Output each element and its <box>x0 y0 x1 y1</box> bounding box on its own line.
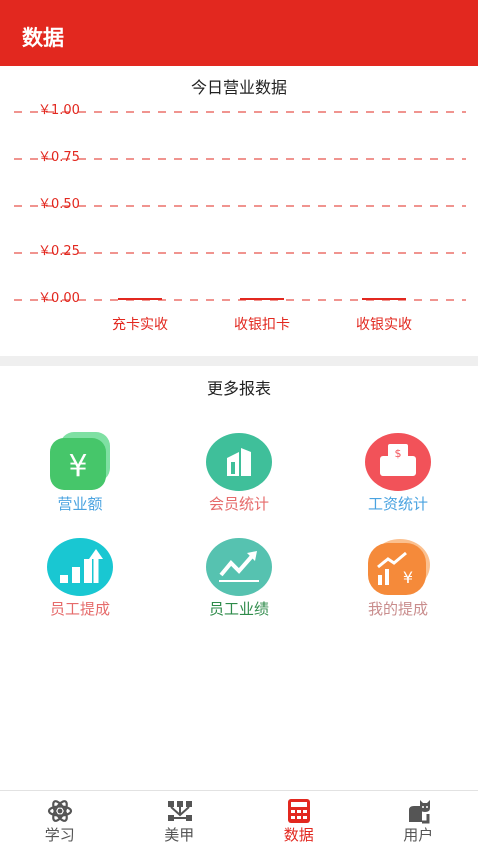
report-staff-performance[interactable]: 员工业绩 <box>169 537 309 633</box>
report-member-stats[interactable]: 会员统计 <box>169 432 309 528</box>
svg-text:¥: ¥ <box>68 449 87 484</box>
y-tick-label: ￥1.00 <box>38 103 80 118</box>
nav-item-nails[interactable]: 美甲 <box>120 791 240 850</box>
section-divider <box>0 356 478 366</box>
nav-item-study[interactable]: 学习 <box>0 791 120 850</box>
report-my-commission[interactable]: ¥ 我的提成 <box>328 537 468 633</box>
y-tick-label: ￥0.00 <box>38 291 80 306</box>
svg-text:¥: ¥ <box>403 568 413 587</box>
wallet-icon: $ <box>365 433 431 491</box>
nail-nodes-icon <box>167 801 192 821</box>
page-title: 数据 <box>22 26 64 50</box>
nav-item-data[interactable]: 数据 <box>239 791 359 850</box>
report-label: 工资统计 <box>367 495 428 513</box>
report-revenue[interactable]: ¥ 营业额 <box>10 432 150 528</box>
app-header: 数据 <box>0 0 478 66</box>
nav-label: 学习 <box>44 826 75 844</box>
x-category-label: 充卡实收 <box>112 317 168 333</box>
y-tick-label: ￥0.50 <box>38 197 80 212</box>
report-label: 我的提成 <box>367 600 428 618</box>
report-label: 营业额 <box>57 495 103 513</box>
today-business-chart: 今日营业数据 ￥1.00 ￥0.75 ￥0.50 ￥0.25 ￥0.00 充卡实收 收银扣卡… <box>0 66 478 356</box>
cat-user-icon <box>408 800 430 824</box>
more-reports-title: 更多报表 <box>206 379 271 398</box>
report-salary-stats[interactable]: $ 工资统计 <box>328 432 468 528</box>
bar <box>362 298 406 300</box>
svg-text:$: $ <box>395 447 402 460</box>
nav-label: 美甲 <box>164 826 195 844</box>
y-tick-label: ￥0.25 <box>38 244 80 259</box>
calculator-icon <box>288 799 310 823</box>
report-staff-commission[interactable]: 员工提成 <box>10 537 150 633</box>
report-label: 会员统计 <box>208 495 269 513</box>
y-tick-label: ￥0.75 <box>38 150 80 165</box>
trend-chart-icon <box>206 538 272 596</box>
nav-label: 数据 <box>283 826 314 844</box>
yen-cards-icon: ¥ <box>50 432 110 490</box>
bar-chart: ￥1.00 ￥0.75 ￥0.50 ￥0.25 ￥0.00 充卡实收 收银扣卡 收银实收 <box>14 103 466 333</box>
bar <box>240 298 284 300</box>
report-label: 员工业绩 <box>208 600 269 618</box>
nav-label: 用户 <box>403 826 434 844</box>
x-category-label: 收银扣卡 <box>234 317 290 333</box>
x-category-label: 收银实收 <box>356 317 412 333</box>
bottom-nav: 学习 美甲 数据 用户 <box>0 790 478 850</box>
building-icon <box>206 433 272 491</box>
nav-item-user[interactable]: 用户 <box>359 791 478 850</box>
report-label: 员工提成 <box>49 600 110 618</box>
commission-icon: ¥ <box>368 539 430 595</box>
bar <box>118 298 162 300</box>
data-page: 数据 今日营业数据 ￥1.00 ￥0.75 ￥0.50 ￥0.25 ￥0.00 充卡实收收… <box>0 0 478 850</box>
atom-icon <box>47 800 73 822</box>
growth-bars-icon <box>47 538 113 596</box>
